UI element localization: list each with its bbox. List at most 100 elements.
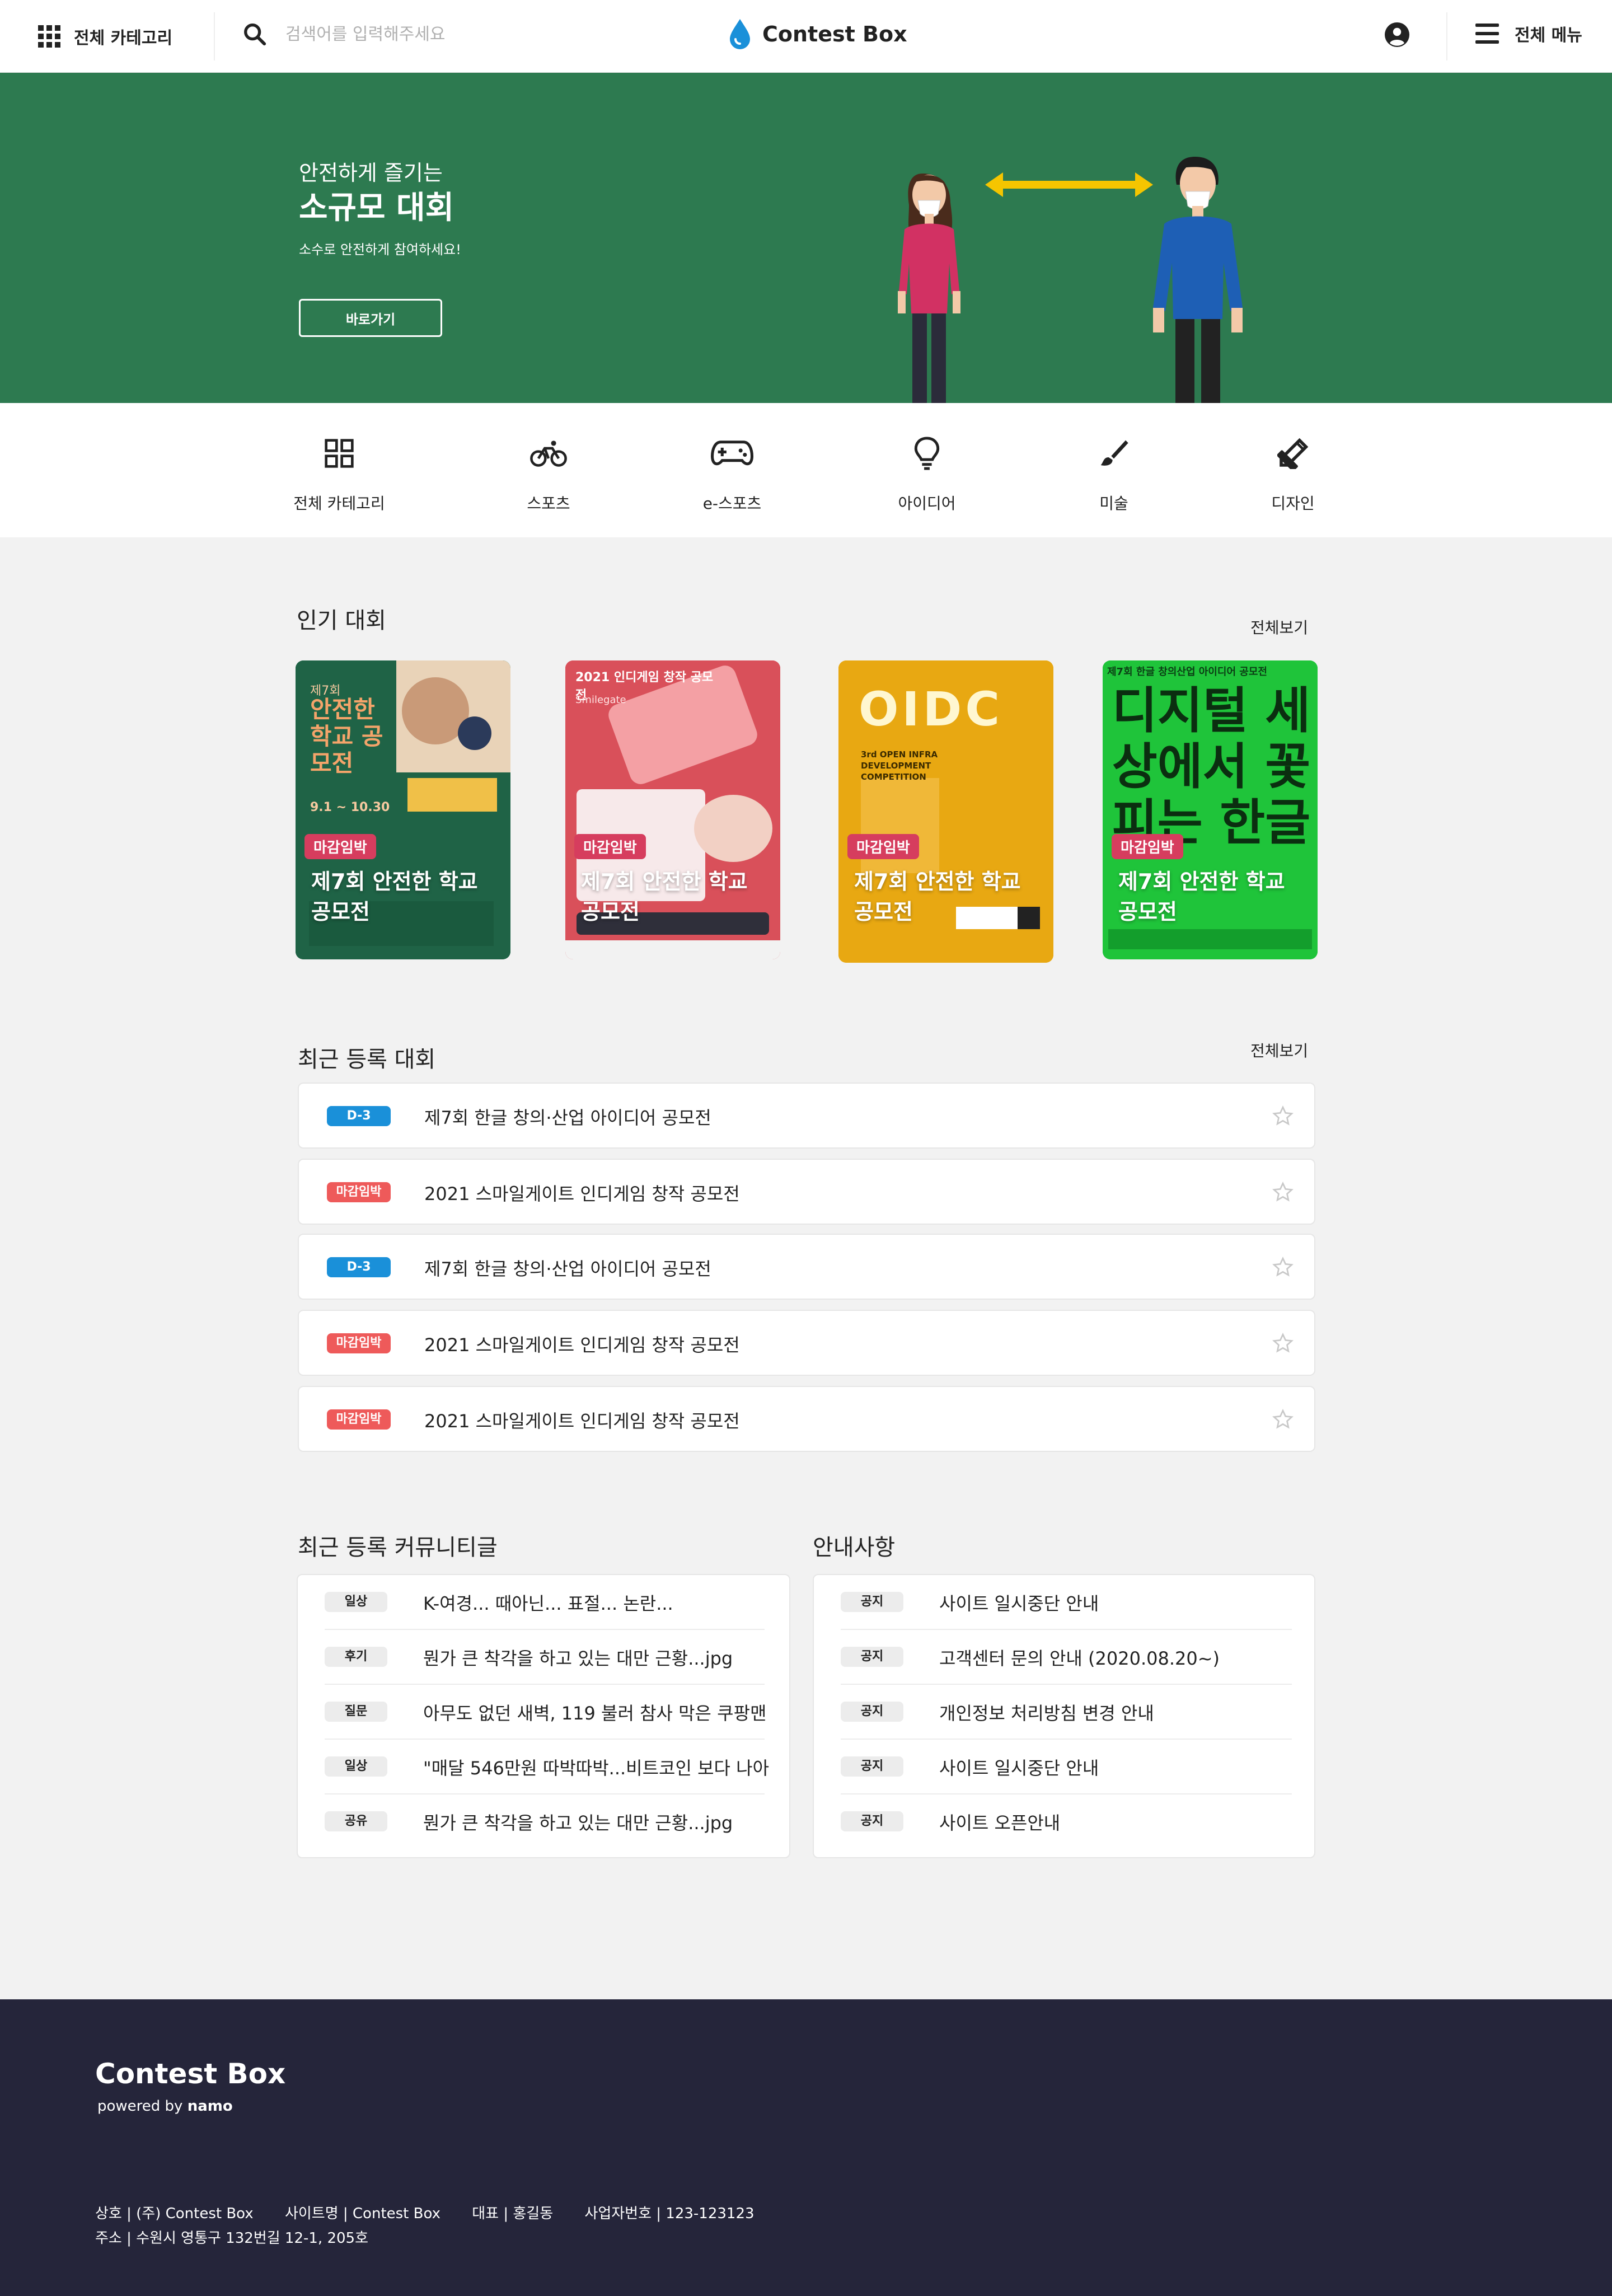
bicycle-icon — [530, 441, 567, 467]
category-design[interactable]: 디자인 — [1220, 431, 1366, 514]
user-account-button[interactable] — [1384, 21, 1410, 50]
contest-card-title: 제7회 안전한 학교 공모전 — [854, 869, 1021, 924]
notice-tag: 공지 — [841, 1592, 903, 1612]
all-categories-label: 전체 카테고리 — [74, 29, 173, 48]
contest-list-title: 제7회 한글 창의·산업 아이디어 공모전 — [424, 1107, 711, 1128]
community-post-row[interactable]: 일상 K-여경... 때아닌... 표절... 논란... — [325, 1575, 765, 1630]
poster-heading: OIDC — [859, 682, 1004, 737]
full-menu-label: 전체 메뉴 — [1515, 26, 1582, 45]
poster-date: 9.1 ~ 10.30 — [310, 800, 390, 814]
notice-row[interactable]: 공지 고객센터 문의 안내 (2020.08.20~) — [841, 1630, 1292, 1685]
powered-by-label: powered by — [97, 2098, 183, 2115]
distance-arrow — [985, 172, 1153, 197]
post-tag: 질문 — [325, 1702, 387, 1722]
logo-text: Contest Box — [762, 22, 907, 46]
star-icon[interactable] — [1272, 1105, 1294, 1127]
water-drop-icon — [730, 19, 750, 49]
brush-icon — [1100, 440, 1128, 466]
powered-by: powered by namo — [97, 2098, 233, 2115]
category-label: 아이디어 — [898, 494, 956, 513]
category-idea[interactable]: 아이디어 — [854, 431, 1000, 514]
contest-list-item[interactable]: 마감임박 2021 스마일게이트 인디게임 창작 공모전 — [298, 1159, 1315, 1225]
community-post-row[interactable]: 질문 아무도 없던 새벽, 119 불러 참사 막은 쿠팡맨 — [325, 1685, 767, 1740]
post-title: 뭔가 큰 착각을 하고 있는 대만 근황...jpg — [423, 1812, 733, 1834]
poster-heading: 디지털 세상에서 꽃피는 한글 — [1112, 682, 1311, 851]
header-divider — [1446, 12, 1447, 60]
notice-tag: 공지 — [841, 1811, 903, 1831]
footer: Contest Box powered by namo 상호 | (주) Con… — [0, 1999, 1612, 2296]
contest-list-title: 2021 스마일게이트 인디게임 창작 공모전 — [424, 1183, 740, 1205]
category-label: 미술 — [1099, 494, 1128, 513]
post-tag: 후기 — [325, 1647, 387, 1667]
footer-logo[interactable]: Contest Box — [95, 2058, 285, 2090]
deadline-badge: 마감임박 — [574, 834, 646, 859]
notice-row[interactable]: 공지 사이트 오픈안내 — [841, 1794, 1292, 1849]
category-esports[interactable]: e-스포츠 — [659, 431, 805, 514]
community-post-row[interactable]: 후기 뭔가 큰 착각을 하고 있는 대만 근황...jpg — [325, 1630, 765, 1685]
category-sports[interactable]: 스포츠 — [476, 431, 621, 514]
notice-row[interactable]: 공지 개인정보 처리방침 변경 안내 — [841, 1685, 1292, 1740]
post-tag: 공유 — [325, 1811, 387, 1831]
notice-row[interactable]: 공지 사이트 일시중단 안내 — [841, 1740, 1292, 1794]
poster-heading: 안전한 학교 공모전 — [310, 696, 383, 777]
category-art[interactable]: 미술 — [1041, 431, 1187, 514]
notice-tag: 공지 — [841, 1702, 903, 1722]
recent-section-title: 최근 등록 대회 — [298, 1047, 436, 1072]
category-bar: 전체 카테고리 스포츠 e-스포츠 아이디어 미술 디자인 — [0, 403, 1612, 537]
category-label: 전체 카테고리 — [293, 494, 385, 513]
grid-icon — [325, 439, 354, 468]
community-post-row[interactable]: 일상 "매달 546만원 따박따박...비트코인 보다 나아 — [325, 1740, 769, 1794]
notice-tag: 공지 — [841, 1756, 903, 1777]
search-icon[interactable] — [242, 21, 268, 47]
hero-description: 소수로 안전하게 참여하세요! — [299, 242, 461, 257]
hero-subtitle: 안전하게 즐기는 — [299, 161, 443, 185]
notice-row[interactable]: 공지 사이트 일시중단 안내 — [841, 1575, 1292, 1630]
recent-see-all-link[interactable]: 전체보기 — [1250, 1039, 1308, 1061]
post-title: 아무도 없던 새벽, 119 불러 참사 막은 쿠팡맨 — [423, 1703, 767, 1724]
social-distancing-illustration — [898, 157, 1243, 403]
post-tag: 일상 — [325, 1756, 387, 1777]
full-menu-button[interactable]: 전체 메뉴 — [1475, 21, 1582, 46]
contest-list-item[interactable]: D-3 제7회 한글 창의·산업 아이디어 공모전 — [298, 1083, 1315, 1149]
contest-card-title: 제7회 안전한 학교 공모전 — [581, 869, 748, 924]
hero-banner: 안전하게 즐기는 소규모 대회 소수로 안전하게 참여하세요! 바로가기 — [0, 73, 1612, 403]
business-number: 사업자번호 | 123-123123 — [584, 2205, 755, 2222]
site-logo[interactable]: Contest Box — [728, 18, 907, 50]
notice-tag: 공지 — [841, 1647, 903, 1667]
deadline-badge: 마감임박 — [847, 834, 919, 859]
contest-list-item[interactable]: 마감임박 2021 스마일게이트 인디게임 창작 공모전 — [298, 1386, 1315, 1452]
hero-title: 소규모 대회 — [299, 190, 454, 226]
contest-list-item[interactable]: D-3 제7회 한글 창의·산업 아이디어 공모전 — [298, 1234, 1315, 1300]
star-icon[interactable] — [1272, 1408, 1294, 1431]
contest-list-item[interactable]: 마감임박 2021 스마일게이트 인디게임 창작 공모전 — [298, 1310, 1315, 1376]
lightbulb-icon — [914, 437, 940, 470]
contest-card[interactable]: 제7회 한글 창의산업 아이디어 공모전 디지털 세상에서 꽃피는 한글 마감임… — [1103, 660, 1318, 959]
popular-see-all-link[interactable]: 전체보기 — [1250, 616, 1308, 638]
search-bar — [242, 21, 577, 47]
star-icon[interactable] — [1272, 1332, 1294, 1355]
contest-card[interactable]: 2021 인디게임 창작 공모전 Smilegate 마감임박 제7회 안전한 … — [565, 660, 780, 959]
post-title: 뭔가 큰 착각을 하고 있는 대만 근황...jpg — [423, 1648, 733, 1669]
star-icon[interactable] — [1272, 1181, 1294, 1203]
all-categories-button[interactable]: 전체 카테고리 — [38, 22, 172, 50]
contest-card[interactable]: OIDC 3rd OPEN INFRA DEVELOPMENT COMPETIT… — [838, 660, 1053, 963]
contest-card-title: 제7회 안전한 학교 공모전 — [311, 869, 478, 924]
post-title: K-여경... 때아닌... 표절... 논란... — [423, 1593, 673, 1614]
post-title: "매달 546만원 따박따박...비트코인 보다 나아 — [423, 1758, 770, 1779]
category-all[interactable]: 전체 카테고리 — [266, 431, 412, 514]
notice-section-title: 안내사항 — [813, 1535, 896, 1561]
contest-card[interactable]: 제7회 안전한 학교 공모전 9.1 ~ 10.30 마감임박 제7회 안전한 … — [296, 660, 510, 959]
star-icon[interactable] — [1272, 1256, 1294, 1278]
ceo-name: 대표 | 홍길동 — [472, 2205, 554, 2222]
category-label: 스포츠 — [527, 494, 570, 513]
community-panel: 일상 K-여경... 때아닌... 표절... 논란... 후기 뭔가 큰 착각… — [297, 1574, 790, 1858]
hero-go-button[interactable]: 바로가기 — [299, 299, 442, 337]
powered-by-brand: namo — [187, 2098, 233, 2115]
contest-list-title: 2021 스마일게이트 인디게임 창작 공모전 — [424, 1334, 740, 1356]
community-post-row[interactable]: 공유 뭔가 큰 착각을 하고 있는 대만 근황...jpg — [325, 1794, 765, 1849]
category-label: 디자인 — [1271, 494, 1315, 513]
contest-list-title: 제7회 한글 창의·산업 아이디어 공모전 — [424, 1258, 711, 1280]
urgent-badge: 마감임박 — [327, 1182, 391, 1202]
search-input[interactable] — [285, 24, 577, 44]
poster-top: 3rd OPEN INFRA DEVELOPMENT COMPETITION — [861, 749, 938, 782]
